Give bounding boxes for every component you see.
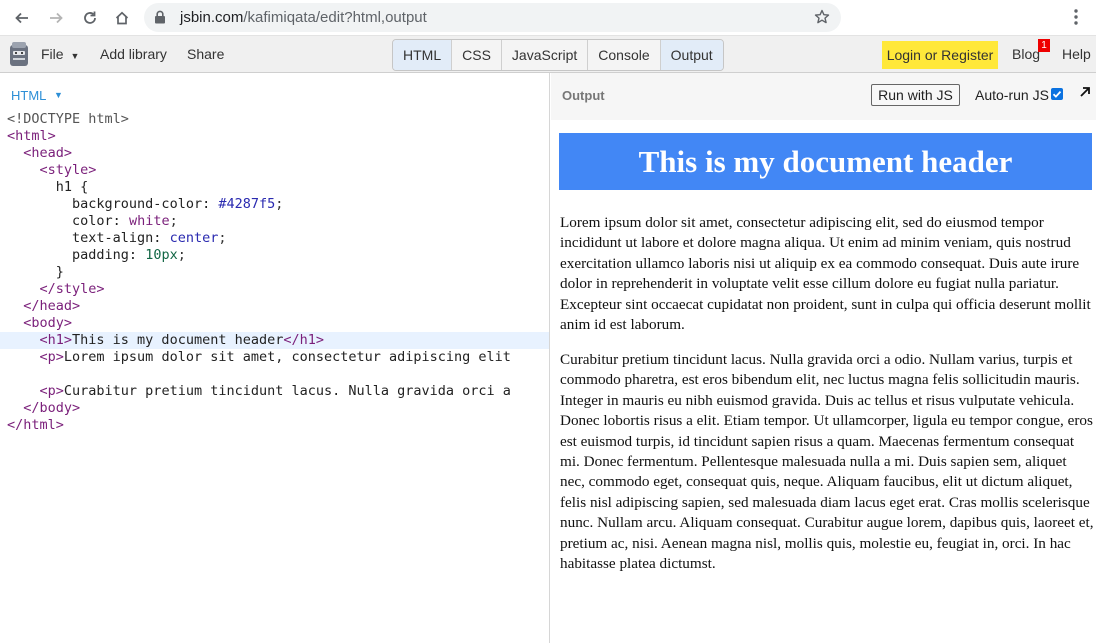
popout-arrow-icon[interactable] — [1079, 86, 1091, 101]
blog-notification-badge: 1 — [1038, 39, 1050, 52]
code-line[interactable]: <!DOCTYPE html> — [0, 111, 549, 128]
code-editor[interactable]: <!DOCTYPE html> <html> <head> <style> h1 … — [0, 111, 549, 434]
autorun-label: Auto-run JS — [975, 87, 1049, 103]
caret-down-icon: ▼ — [54, 90, 63, 100]
document-paragraph-1: Lorem ipsum dolor sit amet, consectetur … — [560, 214, 1091, 334]
code-line[interactable]: </style> — [0, 281, 549, 298]
file-menu[interactable]: File ▼ — [41, 46, 79, 62]
code-line[interactable]: <p>Curabitur pretium tincidunt lacus. Nu… — [0, 383, 549, 400]
code-line[interactable]: </html> — [0, 417, 549, 434]
checkmark-icon — [1052, 90, 1062, 98]
code-line[interactable] — [0, 366, 549, 383]
reload-icon[interactable] — [78, 6, 102, 30]
back-icon[interactable] — [10, 6, 34, 30]
code-line[interactable]: <head> — [0, 145, 549, 162]
kebab-menu-icon[interactable] — [1068, 6, 1084, 31]
caret-down-icon: ▼ — [70, 51, 80, 61]
tab-html[interactable]: HTML — [393, 40, 453, 70]
address-bar[interactable]: jsbin.com/kafimiqata/edit?html,output — [144, 3, 841, 32]
code-line[interactable]: padding: 10px; — [0, 247, 549, 264]
code-line[interactable]: color: white; — [0, 213, 549, 230]
blog-link[interactable]: Blog — [1012, 46, 1040, 62]
login-register-button[interactable]: Login or Register — [882, 41, 998, 69]
share-button[interactable]: Share — [187, 46, 224, 62]
jsbin-logo-icon[interactable] — [8, 40, 30, 71]
home-icon[interactable] — [110, 6, 134, 30]
help-link[interactable]: Help — [1062, 46, 1091, 62]
jsbin-toolbar: File ▼ Add library Share HTML CSS JavaSc… — [0, 35, 1096, 73]
tab-console[interactable]: Console — [588, 40, 661, 70]
autorun-checkbox[interactable] — [1051, 88, 1063, 100]
html-editor-pane: HTML ▼ <!DOCTYPE html> <html> <head> <sty… — [0, 73, 550, 643]
star-icon[interactable] — [814, 9, 830, 28]
url-text: jsbin.com/kafimiqata/edit?html,output — [180, 9, 427, 26]
file-menu-label: File — [41, 46, 64, 62]
code-line[interactable]: </head> — [0, 298, 549, 315]
code-line[interactable]: <h1>This is my document header</h1> — [0, 332, 549, 349]
tab-css[interactable]: CSS — [452, 40, 502, 70]
output-label: Output — [562, 88, 605, 103]
forward-icon[interactable] — [44, 6, 68, 30]
add-library-button[interactable]: Add library — [100, 46, 167, 62]
document-header: This is my document header — [559, 133, 1092, 190]
url-path: /kafimiqata/edit?html,output — [243, 9, 427, 26]
code-line[interactable]: } — [0, 264, 549, 281]
lock-icon — [154, 10, 166, 27]
code-line[interactable]: <body> — [0, 315, 549, 332]
url-host: jsbin.com — [180, 9, 244, 26]
code-line[interactable]: h1 { — [0, 179, 549, 196]
code-line[interactable]: <p>Lorem ipsum dolor sit amet, consectet… — [0, 349, 549, 366]
code-line[interactable]: <style> — [0, 162, 549, 179]
document-paragraph-2: Curabitur pretium tincidunt lacus. Nulla… — [560, 351, 1094, 573]
output-frame: This is my document header Lorem ipsum d… — [551, 120, 1096, 643]
tab-javascript[interactable]: JavaScript — [502, 40, 589, 70]
code-line[interactable]: <html> — [0, 128, 549, 145]
run-with-js-button[interactable]: Run with JS — [871, 84, 960, 106]
output-pane: Output Run with JS Auto-run JS This is m… — [551, 73, 1096, 643]
code-line[interactable]: text-align: center; — [0, 230, 549, 247]
editor-language-label[interactable]: HTML — [11, 88, 46, 103]
tab-output[interactable]: Output — [660, 40, 723, 70]
code-line[interactable]: background-color: #4287f5; — [0, 196, 549, 213]
panel-toggle-group: HTML CSS JavaScript Console Output — [392, 39, 724, 71]
browser-chrome: jsbin.com/kafimiqata/edit?html,output — [0, 0, 1096, 35]
code-line[interactable]: </body> — [0, 400, 549, 417]
